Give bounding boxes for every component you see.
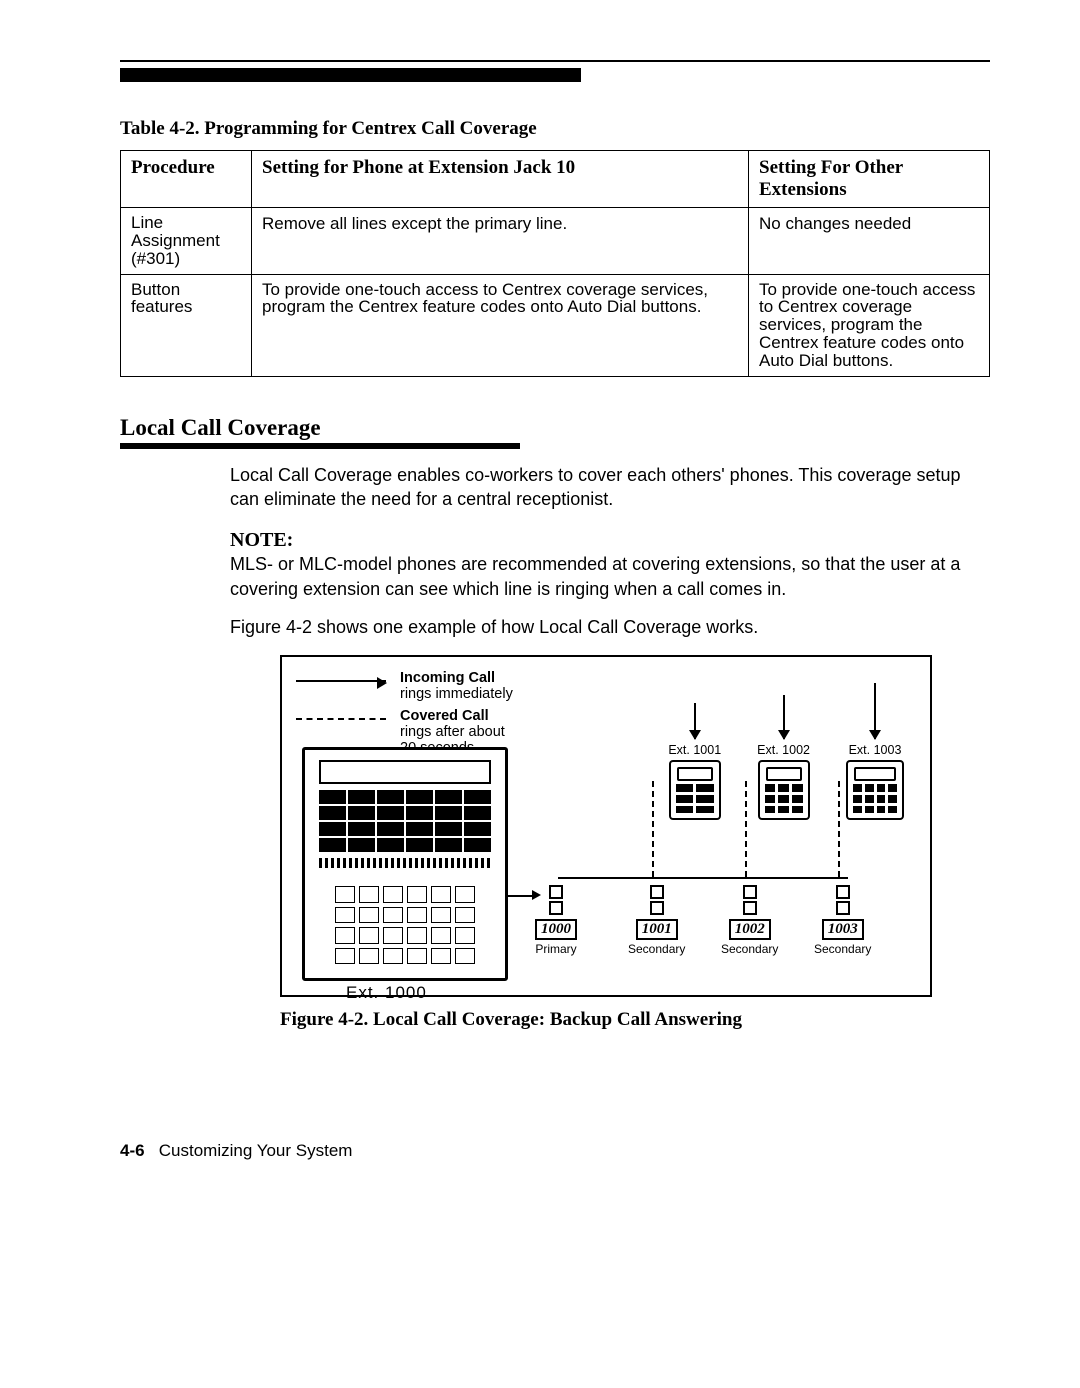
dashed-connector <box>652 781 654 877</box>
legend-incoming: Incoming Call rings immediately <box>400 671 513 703</box>
jack-role: Primary <box>535 942 577 956</box>
main-phone-icon <box>302 747 508 981</box>
jack-role: Secondary <box>814 942 871 956</box>
th-setting-jack10: Setting for Phone at Extension Jack 10 <box>252 151 749 208</box>
jack-1002: 1002 Secondary <box>721 885 778 956</box>
page-number: 4-6 <box>120 1141 145 1160</box>
footer-title: Customizing Your System <box>159 1141 353 1160</box>
note-body: MLS- or MLC-model phones are recommended… <box>230 552 990 601</box>
table-row: Line Assignment (#301) Remove all lines … <box>121 208 990 275</box>
cell: Button features <box>121 274 252 376</box>
main-ext-label: Ext. 1000 <box>346 983 427 1003</box>
top-rule <box>120 60 990 62</box>
section-underline <box>120 443 520 449</box>
jack-1001: 1001 Secondary <box>628 885 685 956</box>
connector-line <box>506 895 534 897</box>
table-row: Button features To provide one-touch acc… <box>121 274 990 376</box>
figure-caption: Figure 4-2. Local Call Coverage: Backup … <box>280 1009 990 1031</box>
jack-1000: 1000 Primary <box>535 885 577 956</box>
phone-icon <box>669 760 721 820</box>
down-arrow-icon <box>783 695 785 739</box>
ext-label: Ext. 1003 <box>846 743 904 757</box>
figure-4-2: Incoming Call rings immediately Covered … <box>280 655 932 997</box>
ext-label: Ext. 1001 <box>668 743 721 757</box>
jack-1003: 1003 Secondary <box>814 885 871 956</box>
ext-1003: Ext. 1003 <box>846 683 904 820</box>
dashed-connector <box>745 781 747 877</box>
legend-incoming-title: Incoming Call <box>400 670 495 686</box>
phone-icon <box>758 760 810 820</box>
paragraph: Figure 4-2 shows one example of how Loca… <box>230 615 990 639</box>
note-label: NOTE: <box>230 529 990 552</box>
page-footer: 4-6 Customizing Your System <box>120 1141 990 1161</box>
legend-incoming-sub: rings immediately <box>400 686 513 702</box>
section-title: Local Call Coverage <box>120 415 990 441</box>
centrex-table: Procedure Setting for Phone at Extension… <box>120 150 990 377</box>
jack-role: Secondary <box>721 942 778 956</box>
th-procedure: Procedure <box>121 151 252 208</box>
table-title: Table 4-2. Programming for Centrex Call … <box>120 118 990 140</box>
cell: No changes needed <box>749 208 990 275</box>
legend-covered-title: Covered Call <box>400 708 489 724</box>
connector-line <box>558 877 848 879</box>
down-arrow-icon <box>694 703 696 739</box>
header-bar <box>120 68 581 82</box>
jack-id: 1001 <box>636 919 678 940</box>
jack-id: 1002 <box>729 919 771 940</box>
cell: Line Assignment (#301) <box>121 208 252 275</box>
legend-covered-sub1: rings after about <box>400 724 505 740</box>
ext-label: Ext. 1002 <box>757 743 810 757</box>
jack-id: 1000 <box>535 919 577 940</box>
jack-role: Secondary <box>628 942 685 956</box>
dashed-connector <box>838 781 840 877</box>
phone-icon <box>846 760 904 820</box>
cell: To provide one-touch access to Centrex c… <box>252 274 749 376</box>
dashed-arrow-icon <box>296 718 386 720</box>
ext-1002: Ext. 1002 <box>757 695 810 820</box>
cell: Remove all lines except the primary line… <box>252 208 749 275</box>
th-setting-other: Setting For Other Extensions <box>749 151 990 208</box>
down-arrow-icon <box>874 683 876 739</box>
ext-1001: Ext. 1001 <box>668 703 721 820</box>
solid-arrow-icon <box>296 680 386 682</box>
paragraph: Local Call Coverage enables co-workers t… <box>230 463 990 512</box>
cell: To provide one-touch access to Centrex c… <box>749 274 990 376</box>
jack-id: 1003 <box>822 919 864 940</box>
